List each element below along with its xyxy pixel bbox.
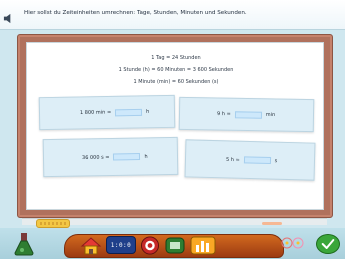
instruction-bar: Hier sollst du Zeiteinheiten umrechnen: … [0, 0, 345, 30]
help-icon[interactable] [140, 236, 160, 255]
exercise-3-unit: h [144, 153, 148, 160]
chalk-icon [262, 222, 282, 225]
exercise-4-left: 5 h = [225, 156, 240, 163]
decoration-icon [280, 235, 306, 251]
calculator-label: 1:0:0 [110, 241, 132, 249]
answer-input-1[interactable] [115, 108, 143, 116]
answer-input-2[interactable] [234, 110, 262, 119]
calculator-icon[interactable]: 1:0:0 [106, 236, 136, 254]
answer-input-4[interactable] [243, 156, 271, 165]
chalkboard: 1 Tag = 24 Stunden 1 Stunde (h) = 60 Min… [26, 42, 324, 210]
sponge-icon [36, 219, 70, 228]
exercise-card-3: 36 000 s = h [42, 136, 179, 178]
exercise-3-left: 36 000 s = [81, 154, 110, 161]
chalkboard-frame: 1 Tag = 24 Stunden 1 Stunde (h) = 60 Min… [17, 34, 333, 218]
check-icon[interactable] [316, 234, 340, 254]
rule-line-2: 1 Stunde (h) = 60 Minuten = 3 600 Sekund… [118, 67, 234, 73]
exercise-1-unit: h [146, 108, 150, 115]
instruction-text: Hier sollst du Zeiteinheiten umrechnen: … [24, 10, 247, 16]
exercise-1-left: 1 800 min = [79, 109, 112, 116]
exercise-card-1: 1 800 min = h [38, 94, 176, 131]
table-icon[interactable] [165, 237, 185, 254]
exercise-card-4: 5 h = s [184, 139, 316, 181]
exercise-2-unit: min [265, 111, 276, 118]
chart-icon[interactable] [190, 236, 216, 255]
answer-input-3[interactable] [113, 152, 141, 161]
flask-icon[interactable] [14, 232, 34, 256]
exercise-4-unit: s [274, 157, 278, 164]
home-icon[interactable] [80, 237, 102, 255]
exercise-2-left: 9 h = [216, 110, 231, 118]
speaker-icon[interactable] [3, 9, 14, 24]
rule-line-3: 1 Minute (min) = 60 Sekunden (s) [133, 79, 219, 85]
rule-line-1: 1 Tag = 24 Stunden [151, 55, 201, 61]
exercise-card-2: 9 h = min [178, 96, 315, 133]
